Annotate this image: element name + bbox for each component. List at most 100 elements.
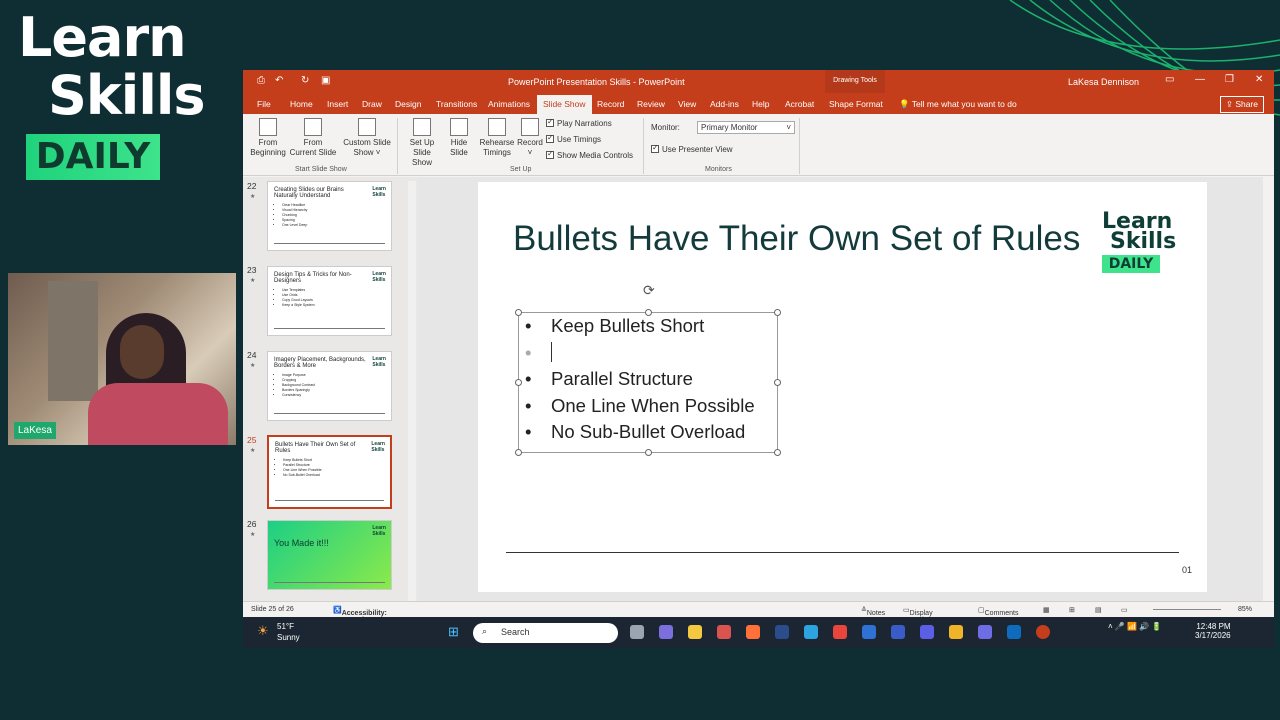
setup-show-button[interactable]: Set Up Slide Show xyxy=(403,118,441,168)
tab-file[interactable]: File xyxy=(257,99,271,109)
accessibility-status[interactable]: ♿ Accessibility: Investigate xyxy=(333,606,387,624)
slide-scrollbar[interactable] xyxy=(1264,177,1274,601)
play-start-icon xyxy=(259,118,277,136)
tab-draw[interactable]: Draw xyxy=(362,99,382,109)
webcam-name-label: LaKesa xyxy=(14,422,56,439)
play-narrations-checkbox[interactable]: Play Narrations xyxy=(546,117,612,128)
show-media-checkbox[interactable]: Show Media Controls xyxy=(546,149,633,160)
use-timings-checkbox[interactable]: Use Timings xyxy=(546,133,601,144)
undo-icon[interactable]: ↶ xyxy=(275,75,283,86)
tab-home[interactable]: Home xyxy=(290,99,313,109)
normal-view-icon[interactable]: ▦ xyxy=(1043,606,1050,614)
powerpoint-window: ⎙ ↶ ↻ ▣ PowerPoint Presentation Skills -… xyxy=(243,70,1274,648)
notes-button[interactable]: ≙ Notes xyxy=(861,606,885,617)
tab-view[interactable]: View xyxy=(678,99,696,109)
slide-sorter-icon[interactable]: ⊞ xyxy=(1069,606,1075,614)
bullet-item[interactable]: Parallel Structure xyxy=(523,368,755,395)
record-button[interactable]: Record ˅ xyxy=(515,118,545,158)
present-icon[interactable]: ▣ xyxy=(321,75,330,86)
firefox-icon[interactable] xyxy=(746,625,760,639)
tab-shape-format[interactable]: Shape Format xyxy=(829,99,883,109)
tell-me-search[interactable]: 💡 Tell me what you want to do xyxy=(899,99,1017,110)
hide-slide-button[interactable]: Hide Slide xyxy=(445,118,473,158)
file-explorer-icon[interactable] xyxy=(688,625,702,639)
tab-animations[interactable]: Animations xyxy=(488,99,530,109)
b-app-icon[interactable] xyxy=(775,625,789,639)
outlook-new-icon[interactable] xyxy=(862,625,876,639)
chrome-icon[interactable] xyxy=(833,625,847,639)
share-button[interactable]: ⇪ Share xyxy=(1219,96,1264,113)
taskbar-search[interactable]: ⌕ Search xyxy=(473,623,618,643)
slideshow-view-icon[interactable]: ▭ xyxy=(1121,606,1128,614)
weather-icon[interactable]: ☀ xyxy=(257,623,269,639)
slide-thumbnail-panel: 22 ★ Creating Slides our Brains Naturall… xyxy=(243,177,418,601)
tab-slide-show[interactable]: Slide Show xyxy=(537,95,592,114)
rotate-handle-icon[interactable]: ⟳ xyxy=(643,282,655,299)
resize-handle[interactable] xyxy=(774,379,781,386)
status-bar: Slide 25 of 26 ♿ Accessibility: Investig… xyxy=(243,601,1274,624)
task-view-icon[interactable] xyxy=(630,625,644,639)
autosave-icon[interactable]: ⎙ xyxy=(257,75,265,86)
bullet-item[interactable]: One Line When Possible xyxy=(523,395,755,422)
resize-handle[interactable] xyxy=(515,379,522,386)
slide-thumbnail-22[interactable]: Creating Slides our Brains Naturally Und… xyxy=(267,181,392,251)
resize-handle[interactable] xyxy=(515,449,522,456)
tab-record[interactable]: Record xyxy=(597,99,624,109)
notes-label: Notes xyxy=(866,610,886,617)
zoom-level[interactable]: 85% xyxy=(1238,606,1252,613)
from-current-button[interactable]: From Current Slide xyxy=(289,118,337,158)
slide-canvas[interactable]: Bullets Have Their Own Set of Rules Lear… xyxy=(478,182,1207,592)
tab-help[interactable]: Help xyxy=(752,99,769,109)
system-tray-icons[interactable]: ˄ 🎤 📶 🔊 🔋 xyxy=(1108,622,1161,631)
tab-acrobat[interactable]: Acrobat xyxy=(785,99,814,109)
resize-handle[interactable] xyxy=(774,449,781,456)
close-button[interactable]: ✕ xyxy=(1255,74,1263,85)
display-settings-button[interactable]: ▭ Display Settings xyxy=(903,606,935,624)
teams-icon[interactable] xyxy=(659,625,673,639)
slide-thumbnail-26[interactable]: You Made it!!! Learn Skills xyxy=(267,520,392,590)
bullet-item[interactable]: Keep Bullets Short xyxy=(523,315,755,342)
monitors-group-label: Monitors xyxy=(705,166,732,173)
slide-thumbnail-25[interactable]: Bullets Have Their Own Set of Rules Lear… xyxy=(267,435,392,509)
outlook-icon[interactable] xyxy=(1007,625,1021,639)
comments-button[interactable]: ▢ Comments xyxy=(978,606,1018,617)
thumb-title: Design Tips & Tricks for Non-Designers xyxy=(274,272,352,284)
tab-design[interactable]: Design xyxy=(395,99,421,109)
reading-view-icon[interactable]: ▤ xyxy=(1095,606,1102,614)
zoom-slider[interactable] xyxy=(1153,609,1221,610)
powerpoint-icon[interactable] xyxy=(1036,625,1050,639)
tab-insert[interactable]: Insert xyxy=(327,99,348,109)
resize-handle[interactable] xyxy=(774,309,781,316)
slide-title[interactable]: Bullets Have Their Own Set of Rules xyxy=(513,219,1080,259)
teams-work-icon[interactable] xyxy=(978,625,992,639)
ribbon-options-icon[interactable]: ▭ xyxy=(1165,74,1174,85)
store-icon[interactable] xyxy=(717,625,731,639)
tab-add-ins[interactable]: Add-ins xyxy=(710,99,739,109)
maximize-button[interactable]: ❐ xyxy=(1225,74,1234,85)
rehearse-button[interactable]: Rehearse Timings xyxy=(479,118,515,158)
tab-review[interactable]: Review xyxy=(637,99,665,109)
word-icon[interactable] xyxy=(891,625,905,639)
minimize-button[interactable]: — xyxy=(1195,74,1205,85)
presenter-view-checkbox[interactable]: Use Presenter View xyxy=(651,143,733,154)
bullet-item[interactable]: No Sub-Bullet Overload xyxy=(523,421,755,448)
resize-handle[interactable] xyxy=(645,449,652,456)
resize-handle[interactable] xyxy=(515,309,522,316)
search-icon: ⌕ xyxy=(482,626,488,636)
media-player-icon[interactable] xyxy=(920,625,934,639)
weather-app-icon[interactable] xyxy=(949,625,963,639)
user-name[interactable]: LaKesa Dennison xyxy=(1068,77,1139,87)
slide-thumbnail-24[interactable]: Imagery Placement, Backgrounds, Borders … xyxy=(267,351,392,421)
from-beginning-button[interactable]: From Beginning xyxy=(249,118,287,158)
slide-thumbnail-23[interactable]: Design Tips & Tricks for Non-Designers L… xyxy=(267,266,392,336)
redo-icon[interactable]: ↻ xyxy=(301,75,309,86)
start-icon[interactable]: ⊞ xyxy=(448,624,459,640)
monitor-select[interactable]: Primary Monitor ˅ xyxy=(697,121,795,134)
bullet-item-empty[interactable] xyxy=(523,341,755,369)
custom-show-button[interactable]: Custom Slide Show ˅ xyxy=(341,118,393,158)
thumbnail-scrollbar[interactable] xyxy=(408,181,416,601)
edge-icon[interactable] xyxy=(804,625,818,639)
clock[interactable]: 12:48 PM 3/17/2026 xyxy=(1195,622,1231,640)
stopwatch-icon xyxy=(488,118,506,136)
tab-transitions[interactable]: Transitions xyxy=(436,99,477,109)
